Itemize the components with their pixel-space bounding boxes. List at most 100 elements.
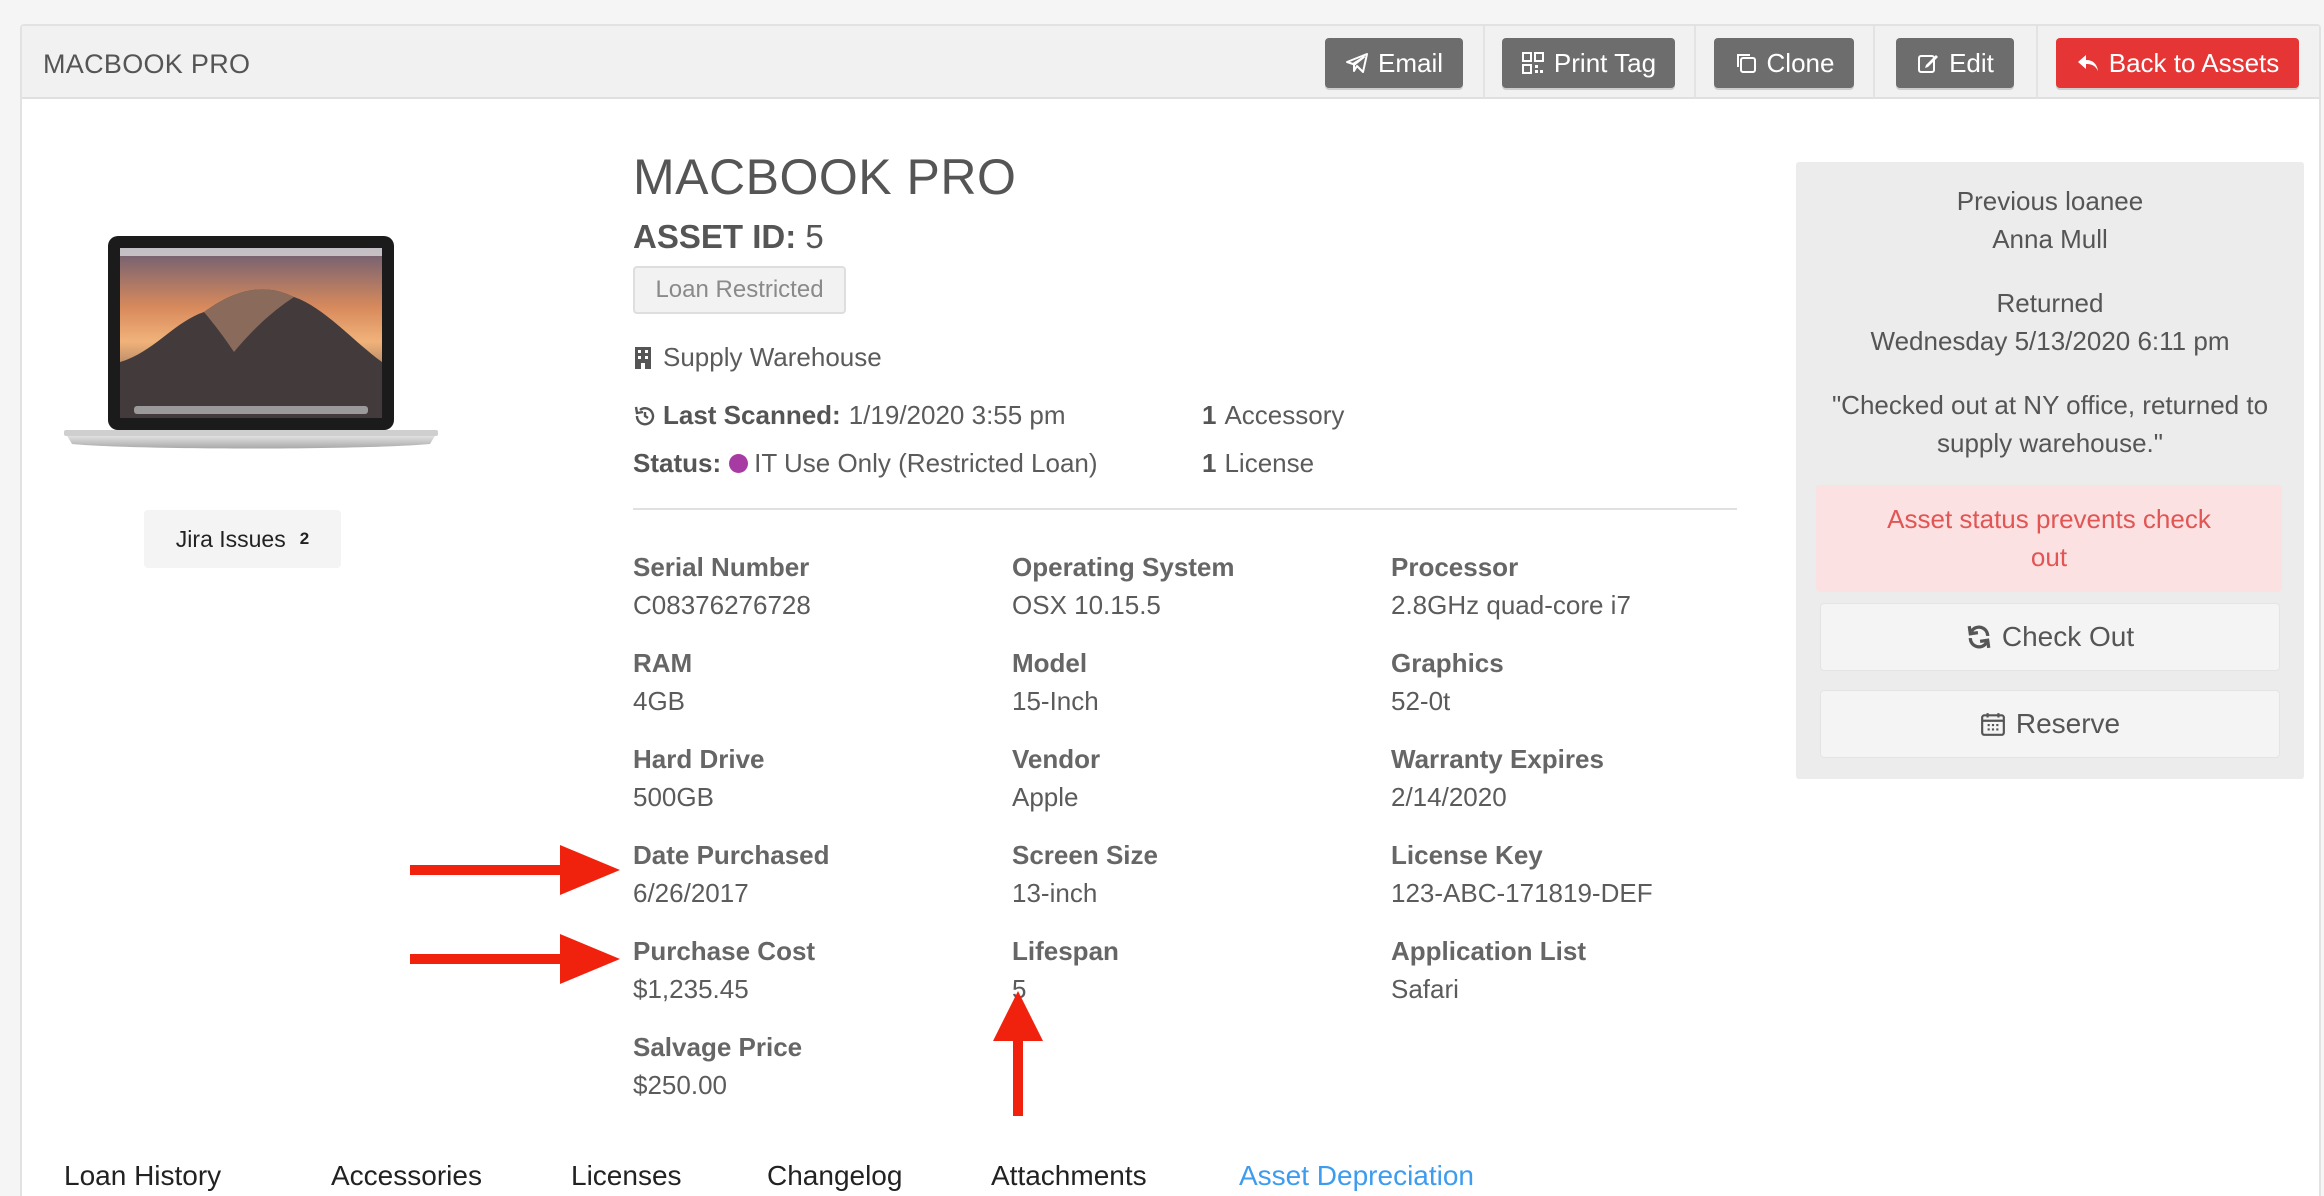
accessory-count-line[interactable]: 1 Accessory: [1202, 400, 1344, 431]
loan-note-line-1: "Checked out at NY office, returned to: [1831, 390, 2269, 420]
jira-issues-button[interactable]: Jira Issues 2: [144, 510, 341, 568]
loan-side-panel: Previous loanee Anna Mull Returned Wedne…: [1796, 162, 2304, 779]
salvage-price-label: Salvage Price: [633, 1032, 803, 1062]
license-key-value: 123-ABC-171819-DEF: [1391, 878, 1653, 908]
operating-system-label: Operating System: [1012, 552, 1235, 582]
annotation-arrow-date-purchased: [410, 845, 620, 895]
ram-value: 4GB: [633, 686, 686, 716]
reserve-button[interactable]: Reserve: [1820, 690, 2280, 758]
reply-arrow-icon: [2077, 55, 2098, 71]
returned-label: Returned: [1996, 288, 2104, 318]
asset-tabs: Loan History Accessories Licenses Change…: [64, 1152, 2304, 1196]
model-label: Model: [1012, 648, 1088, 678]
tab-licenses[interactable]: Licenses: [571, 1160, 682, 1192]
processor-value: 2.8GHz quad-core i7: [1391, 590, 1631, 620]
tab-asset-depreciation[interactable]: Asset Depreciation: [1239, 1160, 1474, 1192]
email-button[interactable]: Email: [1325, 38, 1463, 88]
model-value: 15-Inch: [1012, 686, 1099, 716]
serial-number-value: C08376276728: [633, 590, 811, 620]
warranty-expires-value: 2/14/2020: [1391, 782, 1507, 812]
back-to-assets-button[interactable]: Back to Assets: [2056, 38, 2299, 88]
hard-drive-value: 500GB: [633, 782, 714, 812]
history-icon: [634, 406, 655, 425]
graphics-label: Graphics: [1391, 648, 1504, 678]
panel-header: MACBOOK PRO Email Print Tag Clone Edit B…: [22, 26, 2319, 99]
paper-plane-icon: [1345, 53, 1368, 73]
tab-loan-history[interactable]: Loan History: [64, 1160, 221, 1192]
jira-issues-count: 2: [299, 529, 310, 548]
status-label: Status:: [633, 448, 722, 478]
building-icon: [635, 346, 651, 369]
refresh-icon: [1967, 625, 1991, 649]
purchase-cost-value: $1,235.45: [633, 974, 749, 1004]
asset-id-value: 5: [805, 218, 824, 255]
print-tag-button-label: Print Tag: [1553, 47, 1657, 78]
accessory-label: Accessory: [1224, 400, 1345, 430]
edit-button[interactable]: Edit: [1896, 38, 2014, 88]
edit-icon: [1918, 55, 1939, 73]
asset-title: MACBOOK PRO: [633, 149, 1017, 205]
last-scanned-label: Last Scanned:: [663, 400, 841, 430]
loan-restricted-badge: Loan Restricted: [633, 266, 846, 314]
tab-changelog[interactable]: Changelog: [767, 1160, 902, 1192]
graphics-value: 52-0t: [1391, 686, 1451, 716]
check-out-button[interactable]: Check Out: [1820, 603, 2280, 671]
header-divider: [1873, 26, 1875, 98]
jira-issues-label: Jira Issues: [175, 525, 286, 552]
tab-accessories[interactable]: Accessories: [331, 1160, 482, 1192]
date-purchased-value: 6/26/2017: [633, 878, 749, 908]
asset-id: ASSET ID: 5: [633, 218, 824, 256]
email-button-label: Email: [1377, 47, 1443, 78]
laptop-image: [64, 236, 438, 449]
annotation-arrow-lifespan: [993, 991, 1043, 1116]
previous-loanee-label: Previous loanee: [1956, 186, 2144, 216]
location-value: Supply Warehouse: [663, 342, 882, 372]
header-divider: [1483, 26, 1485, 98]
divider: [633, 508, 1737, 510]
previous-loanee-name: Anna Mull: [1992, 224, 2108, 254]
alert-line-1: Asset status prevents check: [1887, 504, 2211, 534]
alert-line-2: out: [2030, 542, 2068, 572]
lifespan-label: Lifespan: [1012, 936, 1119, 966]
header-title: MACBOOK PRO: [43, 49, 251, 79]
last-scanned-value: 1/19/2020 3:55 pm: [848, 400, 1066, 430]
license-count-line[interactable]: 1 License: [1202, 448, 1314, 479]
returned-date: Wednesday 5/13/2020 6:11 pm: [1870, 326, 2230, 356]
calendar-icon: [1980, 713, 2005, 736]
tab-attachments[interactable]: Attachments: [991, 1160, 1147, 1192]
operating-system-value: OSX 10.15.5: [1012, 590, 1161, 620]
license-label: License: [1224, 448, 1315, 478]
reserve-label: Reserve: [2015, 708, 2121, 739]
header-divider: [1694, 26, 1696, 98]
application-list-label: Application List: [1391, 936, 1586, 966]
ram-label: RAM: [633, 648, 693, 678]
vendor-value: Apple: [1012, 782, 1079, 812]
location-line: Supply Warehouse: [633, 342, 882, 373]
last-scanned-line: Last Scanned: 1/19/2020 3:55 pm: [633, 400, 1066, 431]
asset-id-label: ASSET ID:: [633, 218, 797, 255]
screen-size-label: Screen Size: [1012, 840, 1158, 870]
salvage-price-value: $250.00: [633, 1070, 727, 1100]
back-to-assets-button-label: Back to Assets: [2108, 47, 2280, 78]
date-purchased-label: Date Purchased: [633, 840, 830, 870]
license-count: 1: [1202, 448, 1217, 478]
status-dot: [729, 454, 749, 473]
vendor-label: Vendor: [1012, 744, 1101, 774]
checkout-blocked-alert: Asset status prevents check out: [1816, 485, 2282, 592]
processor-label: Processor: [1391, 552, 1519, 582]
clone-icon: [1736, 54, 1756, 73]
edit-button-label: Edit: [1949, 47, 1994, 78]
check-out-label: Check Out: [2001, 621, 2135, 652]
print-tag-button[interactable]: Print Tag: [1502, 38, 1675, 88]
application-list-value: Safari: [1391, 974, 1459, 1004]
qr-code-icon: [1521, 52, 1544, 74]
hard-drive-label: Hard Drive: [633, 744, 765, 774]
asset-detail-panel: MACBOOK PRO Email Print Tag Clone Edit B…: [20, 24, 2321, 1196]
header-divider: [2036, 26, 2038, 98]
annotation-arrow-purchase-cost: [410, 934, 620, 984]
status-value: IT Use Only (Restricted Loan): [754, 448, 1098, 478]
clone-button[interactable]: Clone: [1714, 38, 1854, 88]
warranty-expires-label: Warranty Expires: [1391, 744, 1604, 774]
clone-button-label: Clone: [1766, 47, 1835, 78]
loan-note-line-2: supply warehouse.": [1936, 428, 2164, 458]
